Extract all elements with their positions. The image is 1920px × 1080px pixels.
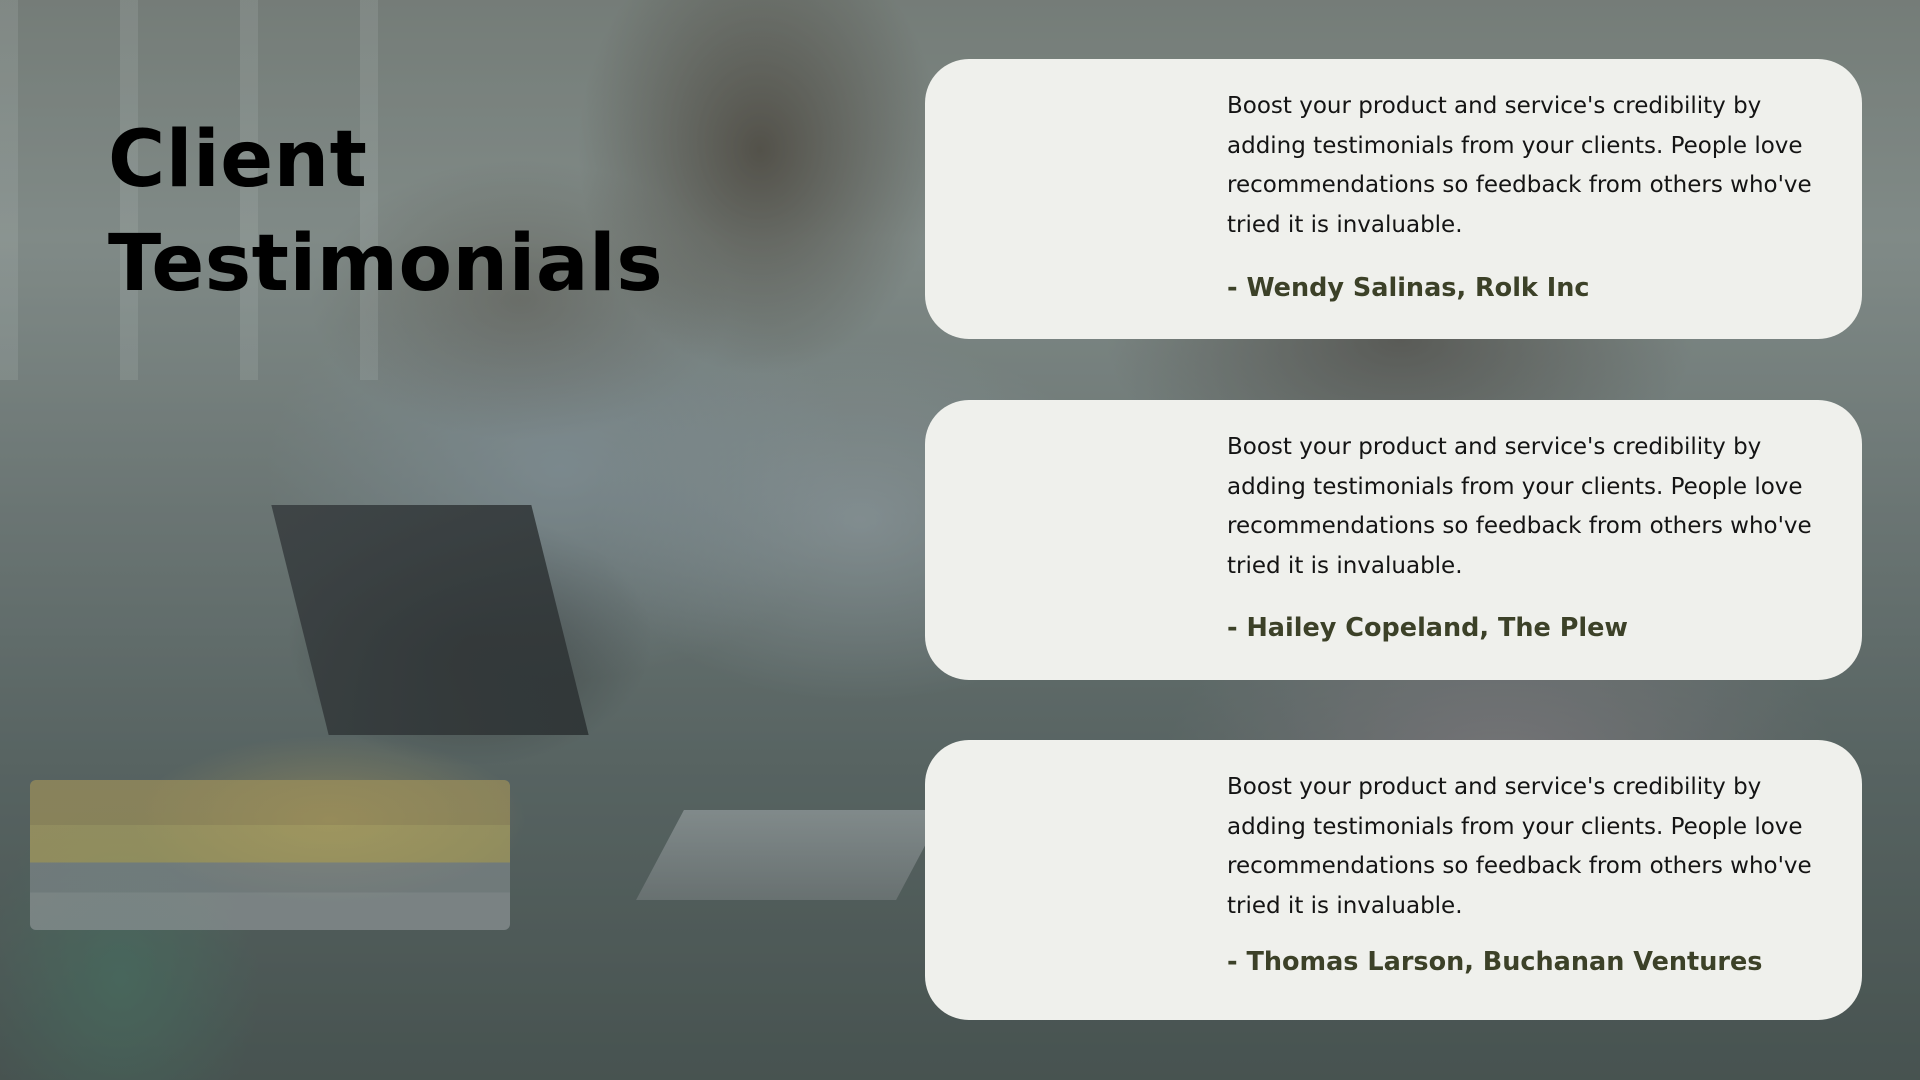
testimonial-quote: Boost your product and service's credibi…	[1227, 434, 1812, 579]
page-title-line-1: Client	[108, 115, 368, 205]
slide: Client Testimonials Boost your product a…	[0, 0, 1920, 1080]
page-title: Client Testimonials	[108, 108, 728, 316]
testimonial-card: Boost your product and service's credibi…	[925, 400, 1862, 680]
testimonial-author: - Hailey Copeland, The Plew	[1227, 613, 1628, 643]
testimonial-card: Boost your product and service's credibi…	[925, 740, 1862, 1020]
testimonial-author: - Thomas Larson, Buchanan Ventures	[1227, 947, 1763, 977]
testimonial-card: Boost your product and service's credibi…	[925, 59, 1862, 339]
testimonial-quote: Boost your product and service's credibi…	[1227, 774, 1812, 919]
testimonial-quote: Boost your product and service's credibi…	[1227, 93, 1812, 238]
testimonial-author: - Wendy Salinas, Rolk Inc	[1227, 273, 1590, 303]
page-title-line-2: Testimonials	[108, 219, 664, 309]
